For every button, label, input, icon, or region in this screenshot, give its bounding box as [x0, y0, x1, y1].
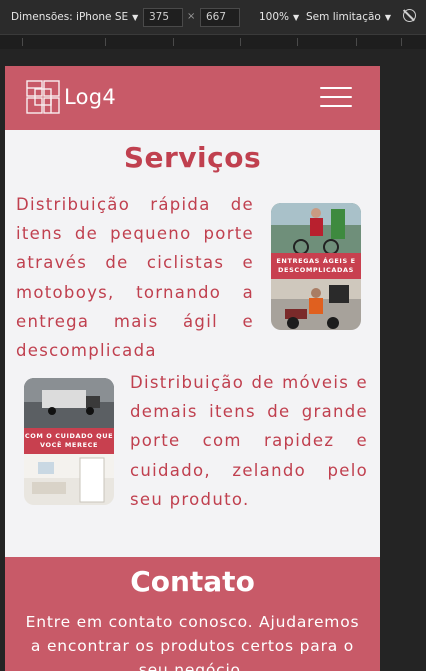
disable-rotation-icon[interactable]: [403, 9, 416, 22]
dimension-separator: ×: [187, 11, 196, 22]
hamburger-menu-button[interactable]: [320, 87, 352, 109]
cyclist-photo: [271, 203, 361, 253]
viewport-width-input[interactable]: 375: [143, 8, 183, 27]
chevron-down-icon: ▼: [132, 13, 139, 22]
chevron-down-icon: ▼: [293, 13, 300, 22]
zoom-select[interactable]: 100% ▼: [259, 11, 299, 23]
ruler-tick: [401, 38, 402, 46]
service-badge: ENTREGAS ÁGEIS E DESCOMPLICADAS: [271, 253, 361, 279]
menu-line: [320, 105, 352, 107]
emulated-viewport: Log4 Serviços Distribuição rápida de ite…: [5, 66, 380, 671]
ruler-tick: [173, 38, 174, 46]
ruler-tick: [356, 38, 357, 46]
zoom-label: 100%: [259, 11, 290, 23]
contact-section: Contato Entre em contato conosco. Ajudar…: [5, 557, 380, 671]
device-label: Dimensões: iPhone SE: [11, 11, 129, 23]
ruler-tick: [105, 38, 106, 46]
truck-photo: [24, 378, 114, 428]
menu-line: [320, 87, 352, 89]
room-photo: [24, 454, 114, 505]
throttle-select[interactable]: Sem limitação ▼: [306, 11, 391, 23]
service-item-large: COM O CUIDADO QUE VOCÊ MERECE Distribuiç…: [5, 368, 380, 544]
devtools-device-toolbar: Dimensões: iPhone SE ▼ 375 × 667 100% ▼ Se…: [0, 0, 426, 35]
logo-icon: [26, 80, 60, 114]
service-badge: COM O CUIDADO QUE VOCÊ MERECE: [24, 428, 114, 454]
throttle-label: Sem limitação: [306, 11, 381, 23]
service-image-furniture: COM O CUIDADO QUE VOCÊ MERECE: [24, 378, 114, 505]
contact-title: Contato: [130, 565, 255, 598]
service-image-bikes: ENTREGAS ÁGEIS E DESCOMPLICADAS: [271, 203, 361, 330]
service-item-small: Distribuição rápida de itens de pequeno …: [5, 190, 380, 366]
menu-line: [320, 96, 352, 98]
motoboy-photo: [271, 279, 361, 330]
brand-logo[interactable]: Log4: [26, 80, 116, 114]
brand-name: Log4: [64, 85, 117, 109]
ruler-tick: [22, 38, 23, 46]
viewport-height-input[interactable]: 667: [200, 8, 240, 27]
navbar: Log4: [5, 66, 380, 130]
service-description: Distribuição de móveis e demais itens de…: [130, 373, 368, 509]
device-select[interactable]: Dimensões: iPhone SE ▼: [11, 11, 138, 23]
chevron-down-icon: ▼: [384, 13, 392, 22]
ruler-tick: [297, 38, 298, 46]
services-title: Serviços: [123, 141, 262, 174]
service-description: Distribuição rápida de itens de pequeno …: [16, 195, 254, 361]
devtools-ruler-bar: [0, 35, 426, 49]
contact-text: Entre em contato conosco. Ajudaremos a e…: [25, 613, 360, 671]
ruler-tick: [240, 38, 241, 46]
